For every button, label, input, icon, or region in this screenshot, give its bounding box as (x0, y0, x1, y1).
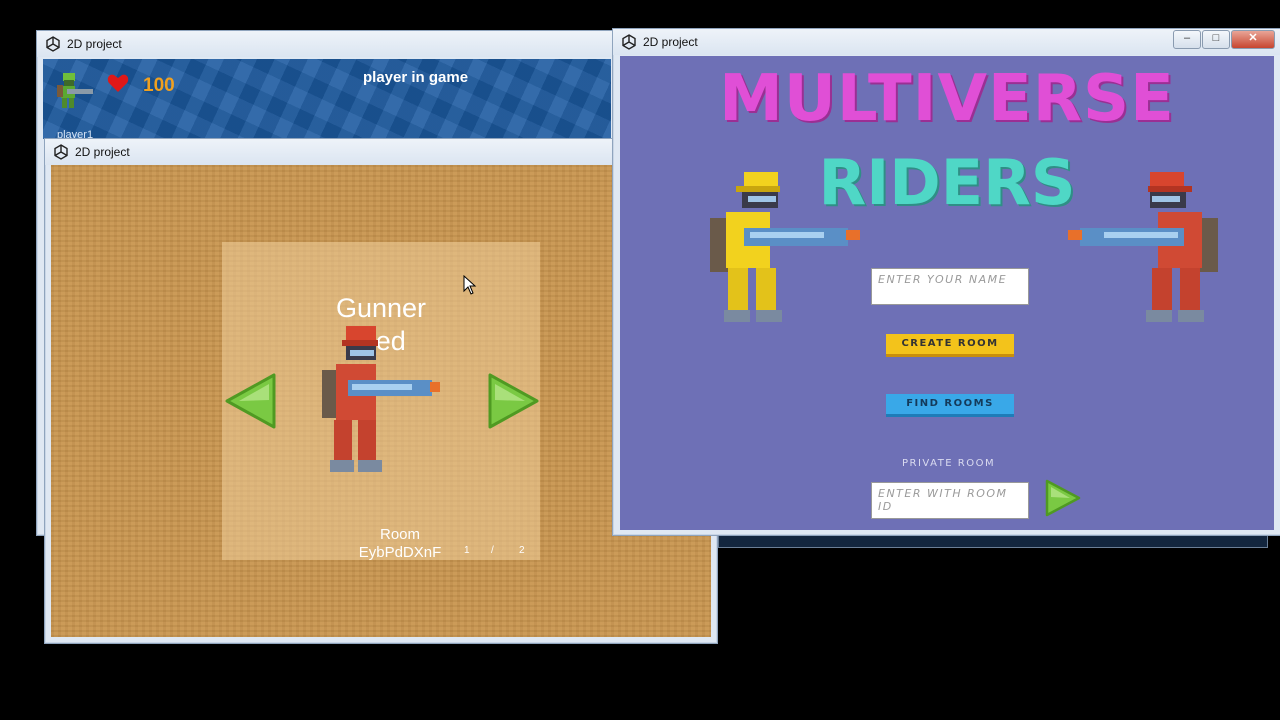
close-button[interactable]: ✕ (1231, 30, 1275, 49)
character-name-line1: Gunner (335, 293, 427, 323)
minimize-button[interactable]: – (1173, 30, 1201, 49)
character-panel: Gunner Red Room EybPdDXnF 1 / 2 (222, 242, 542, 561)
mouse-cursor-icon (463, 275, 477, 295)
create-room-button[interactable]: CREATE ROOM (886, 334, 1014, 357)
next-arrow-button[interactable] (486, 372, 542, 430)
heart-icon (107, 74, 129, 92)
page-separator: / (491, 545, 494, 556)
page-total: 2 (519, 545, 525, 556)
game-logo-line1: MULTIVERSE (719, 62, 1175, 136)
red-gunner-sprite (1068, 172, 1218, 322)
private-room-label: PRIVATE ROOM (902, 458, 996, 469)
game-viewport[interactable]: 100 player in game player1 (43, 59, 611, 141)
room-label: Room (379, 526, 420, 543)
room-id-input[interactable]: ENTER WITH ROOM ID (871, 482, 1029, 519)
unity-icon (54, 144, 68, 160)
health-value: 100 (143, 75, 175, 96)
page-current: 1 (464, 545, 470, 556)
window-title: 2D project (643, 35, 698, 49)
game-window-main-menu[interactable]: 2D project – □ ✕ MULTIVERSE RIDERS ENTER… (612, 28, 1280, 536)
room-id: EybPdDXnF (358, 544, 442, 561)
unity-icon (46, 36, 60, 52)
previous-arrow-button[interactable] (222, 372, 278, 430)
titlebar[interactable]: 2D project (37, 31, 619, 57)
red-gunner-sprite (322, 326, 440, 472)
window-controls: – □ ✕ (1173, 30, 1275, 49)
yellow-gunner-sprite (710, 172, 860, 322)
soldier-avatar-icon (57, 73, 93, 108)
maximize-button[interactable]: □ (1202, 30, 1230, 49)
find-rooms-button[interactable]: FIND ROOMS (886, 394, 1014, 417)
join-arrow-button[interactable] (1044, 478, 1082, 518)
status-text: player in game (363, 69, 469, 86)
unity-icon (622, 34, 636, 50)
window-title: 2D project (75, 145, 130, 159)
window-title: 2D project (67, 37, 122, 51)
game-viewport[interactable]: MULTIVERSE RIDERS ENTER YOUR NAME CREATE… (620, 56, 1274, 530)
titlebar[interactable]: 2D project – □ ✕ (613, 29, 1280, 55)
background-window-edge (718, 534, 1268, 548)
name-input[interactable]: ENTER YOUR NAME (871, 268, 1029, 305)
